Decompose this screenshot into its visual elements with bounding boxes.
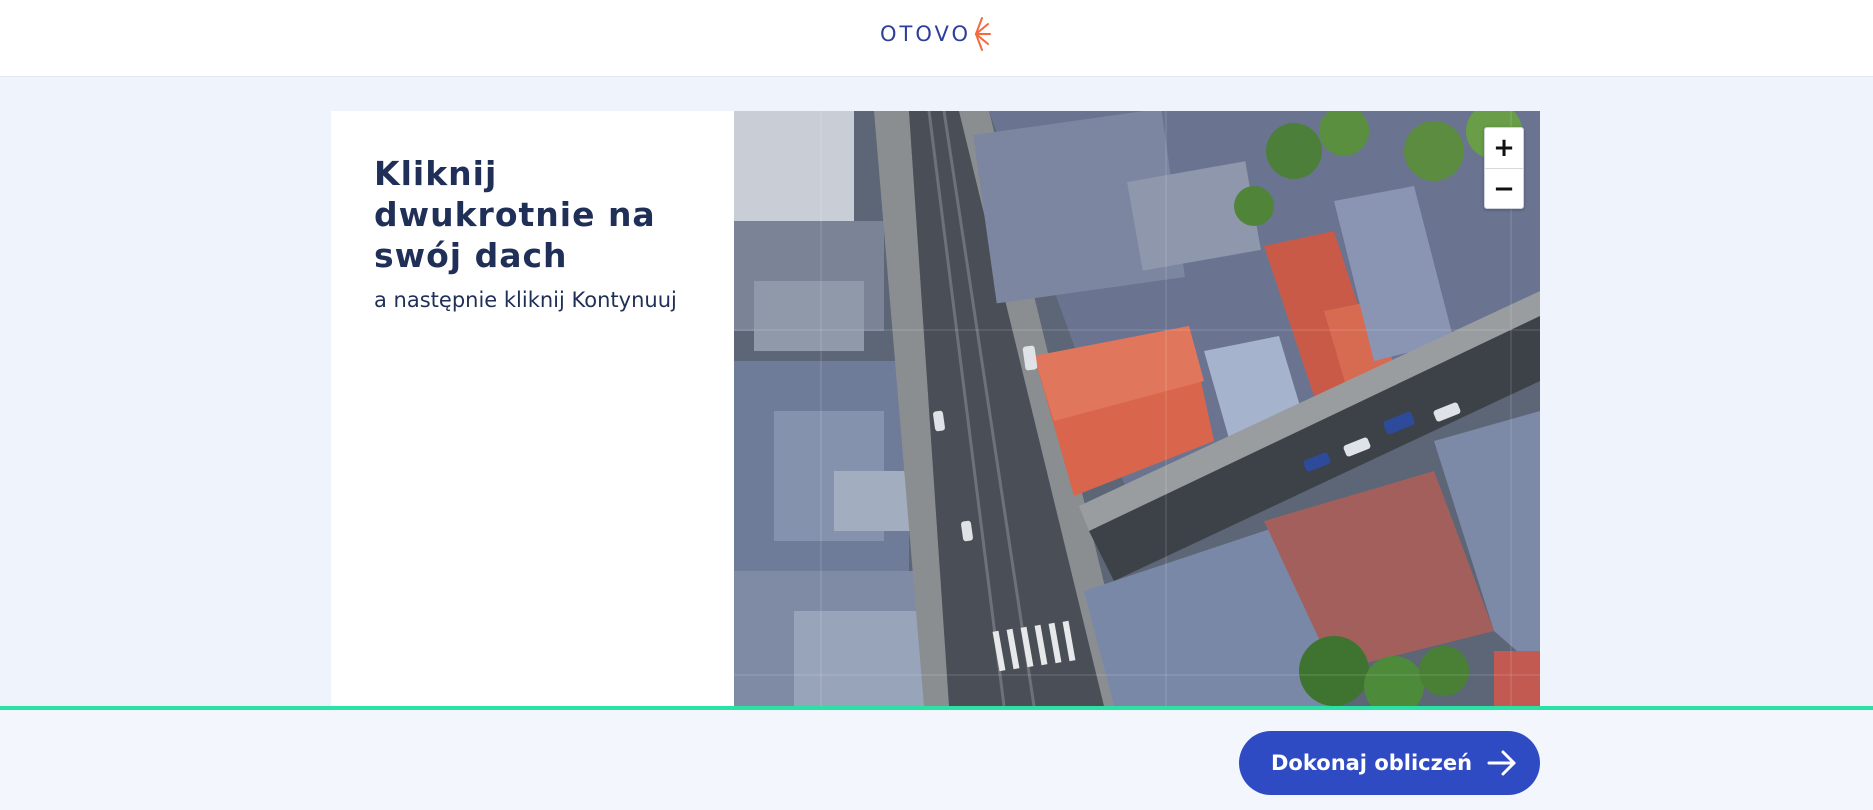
sun-burst-icon (975, 17, 992, 51)
calculate-button[interactable]: Dokonaj obliczeń (1239, 731, 1540, 795)
calculate-button-label: Dokonaj obliczeń (1271, 751, 1473, 775)
logo-text: OTOVO (880, 22, 972, 46)
otovo-logo[interactable]: OTOVO (880, 12, 998, 56)
top-header: OTOVO (0, 0, 1873, 77)
instruction-title: Kliknij dwukrotnie na swój dach (374, 154, 656, 275)
arrow-right-icon (1487, 750, 1516, 776)
zoom-controls: + − (1484, 127, 1524, 209)
satellite-map[interactable]: + − (734, 111, 1540, 706)
satellite-imagery[interactable] (734, 111, 1540, 706)
bottom-bar: Dokonaj obliczeń (0, 706, 1873, 810)
zoom-in-button[interactable]: + (1485, 128, 1523, 168)
zoom-out-button[interactable]: − (1485, 168, 1523, 208)
instruction-subtitle: a następnie kliknij Kontynuuj (374, 288, 677, 312)
instruction-card: Kliknij dwukrotnie na swój dach a następ… (331, 111, 734, 706)
